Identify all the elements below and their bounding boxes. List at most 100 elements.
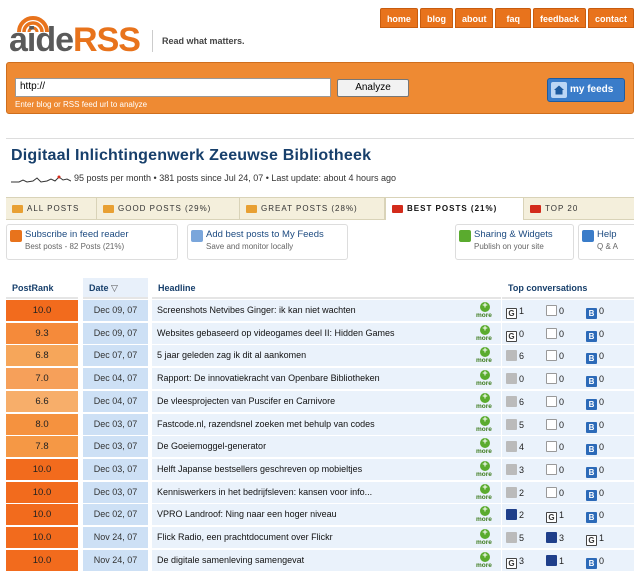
more-button[interactable]: more [470,368,501,390]
table-row[interactable]: 10.0 Dec 03, 07 Helft Japanse bestsellers … [6,458,634,481]
more-button[interactable]: more [470,481,501,503]
conversation-count[interactable]: 0 [586,305,604,319]
conversation-count[interactable]: 2 [506,486,524,499]
conversation-count[interactable]: 1 [546,509,564,524]
nav-feedback[interactable]: feedback [532,8,586,28]
conversation-count[interactable]: 3 [506,555,524,569]
conversation-count[interactable]: 4 [506,441,524,453]
post-headline-link[interactable]: De digitale samenleving samengevat [152,549,470,571]
conversation-count[interactable]: 0 [586,487,604,501]
table-row[interactable]: 6.8 Dec 07, 07 5 jaar geleden zag ik dit a… [6,345,634,367]
post-headline-link[interactable]: Rapport: De innovatiekracht van Openbare… [152,368,470,390]
table-row[interactable]: 7.8Dec 03, 07De Goeiemoggel-generator mor… [6,436,634,458]
more-button[interactable]: more [470,413,501,435]
nav-about[interactable]: about [454,8,494,28]
more-button[interactable]: more [470,504,501,526]
post-headline-link[interactable]: De Goeiemoggel-generator [152,436,470,458]
count-value: 3 [559,533,565,543]
aiderss-logo[interactable]: aideRSS [9,10,144,58]
conversation-count[interactable]: 2 [506,509,524,521]
more-button[interactable]: more [470,458,501,480]
subscribe-feed-reader[interactable]: Subscribe in feed reader Best posts - 82… [6,224,178,260]
action-subtitle: Q & A [597,242,618,251]
tab-all-posts[interactable]: ALL POSTS [6,198,97,220]
table-row[interactable]: 6.6 Dec 04, 07 De vleesprojecten van Pusci… [6,390,634,413]
feed-title[interactable]: Digitaal Inlichtingenwerk Zeeuwse Biblio… [11,147,371,165]
table-row[interactable]: 7.0 Dec 04, 07 Rapport: De innovatiekracht… [6,368,634,390]
add-to-my-feeds[interactable]: Add best posts to My Feeds Save and moni… [187,224,348,260]
tab-best-posts[interactable]: BEST POSTS (21%) [385,198,524,220]
more-button[interactable]: more [470,527,501,548]
analyze-button[interactable]: Analyze [337,79,409,97]
conversation-count[interactable]: 0 [506,328,524,342]
more-button[interactable]: more [470,390,501,412]
conversation-count[interactable]: 1 [506,305,524,319]
nav-contact[interactable]: contact [587,8,634,28]
nav-home[interactable]: home [379,8,418,28]
conversation-count[interactable]: 0 [546,350,564,362]
conversation-count[interactable]: 0 [546,373,564,385]
conversation-count[interactable]: 0 [546,418,564,431]
conversation-count[interactable]: 1 [546,554,564,567]
conversation-count[interactable]: 0 [506,373,524,385]
table-row[interactable]: 10.0 Dec 09, 07 Screenshots Netvibes Ginge… [6,300,634,322]
post-headline-link[interactable]: 5 jaar geleden zag ik dit al aankomen [152,345,470,367]
more-label: more [476,516,492,524]
conversation-count[interactable]: 0 [586,555,604,569]
post-headline-link[interactable]: Helft Japanse bestsellers geschreven op … [152,458,470,480]
more-button[interactable]: more [470,436,501,458]
post-headline-link[interactable]: Screenshots Netvibes Ginger: ik kan niet… [152,300,470,321]
post-headline-link[interactable]: Fastcode.nl, razendsnel zoeken met behul… [152,413,470,435]
conversation-count[interactable]: 0 [546,463,564,476]
conversation-count[interactable]: 0 [546,395,564,408]
conversation-count[interactable]: 0 [546,441,564,453]
post-headline-link[interactable]: Flick Radio, een prachtdocument over Fli… [152,527,470,548]
conversation-count[interactable]: 5 [506,418,524,431]
more-label: more [476,470,492,478]
conversation-count[interactable]: 1 [586,532,604,546]
post-headline-link[interactable]: De vleesprojecten van Puscifer en Carniv… [152,390,470,412]
table-row[interactable]: 10.0 Nov 24, 07 De digitale samenleving sa… [6,549,634,572]
conversation-count[interactable]: 3 [506,463,524,476]
more-button[interactable]: more [470,322,501,344]
post-headline-link[interactable]: Kenniswerkers in het bedrijfsleven: kans… [152,481,470,503]
conversation-count[interactable]: 0 [546,305,564,317]
table-row[interactable]: 8.0 Dec 03, 07 Fastcode.nl, razendsnel zoe… [6,413,634,436]
table-row[interactable]: 10.0 Nov 24, 07 Flick Radio, een prachtdoc… [6,527,634,549]
conversation-count[interactable]: 3 [546,532,564,544]
conversation-count[interactable]: 0 [586,350,604,365]
conversation-count[interactable]: 0 [586,509,604,524]
post-headline-link[interactable]: Websites gebaseerd op videogames deel II… [152,322,470,344]
nav-blog[interactable]: blog [419,8,453,28]
more-button[interactable]: more [470,549,501,571]
table-row[interactable]: 10.0 Dec 03, 07 Kenniswerkers in het bedri… [6,481,634,504]
conversation-count[interactable]: 0 [586,419,604,433]
conversation-count[interactable]: 6 [506,350,524,362]
conversation-count[interactable]: 0 [586,373,604,388]
table-row[interactable]: 9.3 Dec 09, 07 Websites gebaseerd op video… [6,322,634,345]
table-row[interactable]: 10.0 Dec 02, 07 VPRO Landroof: Ning naar e… [6,504,634,526]
sharing-widgets[interactable]: Sharing & Widgets Publish on your site [455,224,574,260]
conversation-count[interactable]: 0 [586,464,604,478]
help-link[interactable]: Help Q & A [578,224,634,260]
conversation-count[interactable]: 6 [506,395,524,408]
conversation-count[interactable]: 0 [586,441,604,456]
tab-top-20[interactable]: TOP 20 [524,198,632,220]
tab-good-posts[interactable]: GOOD POSTS (29%) [97,198,240,220]
feed-url-input[interactable]: http:// [15,78,331,97]
conversation-count[interactable]: 5 [506,532,524,544]
more-button[interactable]: more [470,300,501,321]
analyze-bar: http:// Analyze Enter blog or RSS feed u… [6,62,634,114]
nav-faq[interactable]: faq [495,8,531,28]
conversation-count[interactable]: 0 [586,396,604,410]
conversation-count[interactable]: 0 [546,486,564,499]
post-headline-link[interactable]: VPRO Landroof: Ning naar een hoger nivea… [152,504,470,526]
conversation-count[interactable]: 0 [546,327,564,340]
count-value: 2 [519,510,525,521]
more-button[interactable]: more [470,345,501,367]
tab-great-posts[interactable]: GREAT POSTS (28%) [240,198,385,220]
conversation-count[interactable]: 0 [586,328,604,342]
header-postrank[interactable]: PostRank [6,278,78,299]
header-date[interactable]: Date ▽ [83,278,148,299]
my-feeds-button[interactable]: my feeds [547,78,625,102]
